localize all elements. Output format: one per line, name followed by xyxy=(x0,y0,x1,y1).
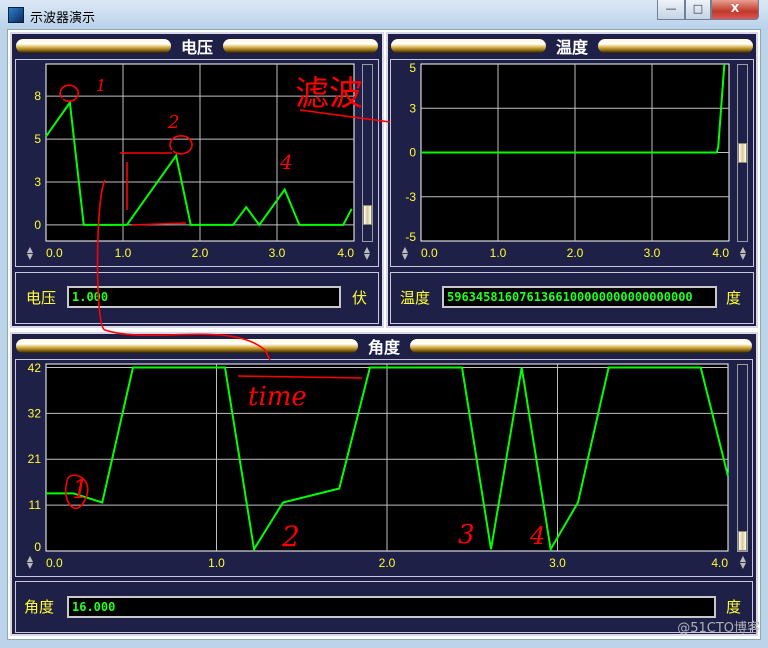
angle-x-tick-label: 1.0 xyxy=(208,556,225,570)
voltage-y-tick-label: 5 xyxy=(34,132,41,146)
annotation-number: 2 xyxy=(168,112,180,133)
watermark: @51CTO博客 xyxy=(677,621,760,636)
angle-x-tick-label: 3.0 xyxy=(549,556,566,570)
angle-y-tick-label: 42 xyxy=(28,361,42,375)
annotation-number: 2 xyxy=(282,520,300,553)
annotation-number: 1 xyxy=(96,76,107,95)
temperature-x-tick-label: 2.0 xyxy=(567,246,584,260)
voltage-y-tick-label: 0 xyxy=(34,218,41,232)
temperature-y-tick-label: -3 xyxy=(405,190,416,204)
angle-x-tick-label: 0.0 xyxy=(46,556,63,570)
voltage-x-tick-label: 1.0 xyxy=(115,246,132,260)
temperature-y-tick-label: 5 xyxy=(409,61,416,75)
temperature-y-tick-label: -5 xyxy=(405,230,416,244)
voltage-y-tick-label: 3 xyxy=(34,175,41,189)
temperature-x-tick-label: 4.0 xyxy=(712,246,729,260)
voltage-x-tick-label: 3.0 xyxy=(269,246,286,260)
temperature-y-tick-label: 3 xyxy=(409,101,416,115)
annotation-number: 4 xyxy=(280,150,293,174)
angle-y-tick-label: 0 xyxy=(34,540,41,554)
annotation-number: 4 xyxy=(530,522,546,550)
angle-y-tick-label: 11 xyxy=(29,498,42,512)
angle-x-tick-label: 4.0 xyxy=(711,556,728,570)
temperature-y-tick-label: 0 xyxy=(409,146,416,160)
voltage-y-tick-label: 8 xyxy=(34,89,41,103)
charts-layer: 0.0 1.0 2.0 3.0 4.0 0 3 5 8 0.0 1.0 2.0 3.0 4.0 -5 -3 0 3… xyxy=(28,61,730,570)
angle-y-tick-label: 21 xyxy=(28,452,42,466)
voltage-x-tick-label: 2.0 xyxy=(192,246,209,260)
annotation-time: time xyxy=(248,382,307,412)
temperature-x-tick-label: 3.0 xyxy=(644,246,661,260)
annotation-filter: 滤波 xyxy=(295,74,363,114)
temperature-x-tick-label: 1.0 xyxy=(490,246,507,260)
voltage-x-tick-label: 0.0 xyxy=(46,246,63,260)
angle-y-tick-label: 32 xyxy=(28,406,42,420)
angle-x-tick-label: 2.0 xyxy=(379,556,396,570)
annotation-number: 3 xyxy=(458,520,475,550)
temperature-x-tick-label: 0.0 xyxy=(421,246,438,260)
annotation-number: 1 xyxy=(72,475,89,505)
voltage-x-tick-label: 4.0 xyxy=(337,246,354,260)
